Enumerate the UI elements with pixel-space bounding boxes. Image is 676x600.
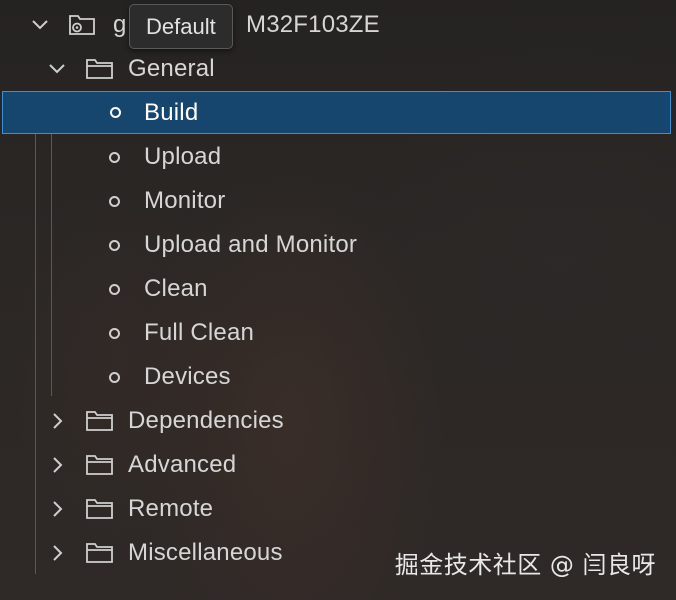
tree-item-project[interactable]: g M32F103ZE: [0, 3, 676, 47]
task-label: Upload and Monitor: [144, 231, 358, 258]
circle-icon: [109, 195, 120, 207]
circle-icon: [109, 239, 120, 251]
task-item-monitor[interactable]: Monitor: [0, 179, 676, 223]
tree-item-remote[interactable]: Remote: [0, 487, 676, 531]
folder-icon: [85, 541, 115, 565]
task-item-clean[interactable]: Clean: [0, 267, 676, 311]
folder-icon: [85, 409, 115, 433]
folder-label: General: [128, 55, 215, 82]
task-label: Devices: [144, 363, 231, 390]
circle-icon: [109, 283, 120, 295]
task-item-devices[interactable]: Devices: [0, 355, 676, 399]
circle-icon: [109, 371, 120, 383]
chevron-right-icon[interactable]: [45, 541, 69, 565]
tree-item-general[interactable]: General: [0, 47, 676, 91]
task-item-upload[interactable]: Upload: [0, 135, 676, 179]
folder-label: Advanced: [128, 451, 237, 478]
circle-icon: [110, 107, 121, 118]
project-label-suffix: M32F103ZE: [246, 11, 380, 38]
chevron-right-icon[interactable]: [45, 497, 69, 521]
task-label: Build: [144, 98, 199, 126]
task-label: Upload: [144, 143, 222, 170]
hover-tooltip: Default: [129, 4, 233, 49]
folder-label: Remote: [128, 495, 214, 522]
chevron-right-icon[interactable]: [45, 453, 69, 477]
folder-icon: [85, 57, 115, 81]
platformio-task-tree: g M32F103ZE General Build Upload Monitor…: [0, 0, 676, 600]
task-item-upload-and-monitor[interactable]: Upload and Monitor: [0, 223, 676, 267]
folder-label: Dependencies: [128, 407, 284, 434]
chevron-down-icon[interactable]: [28, 13, 52, 37]
task-label: Full Clean: [144, 319, 255, 346]
tree-item-dependencies[interactable]: Dependencies: [0, 399, 676, 443]
circle-icon: [109, 151, 120, 163]
project-icon: [68, 13, 98, 37]
circle-icon: [109, 327, 120, 339]
tree-item-advanced[interactable]: Advanced: [0, 443, 676, 487]
chevron-right-icon[interactable]: [45, 409, 69, 433]
task-item-build[interactable]: Build: [2, 91, 671, 134]
folder-icon: [85, 453, 115, 477]
project-label-prefix: g: [113, 11, 127, 38]
folder-icon: [85, 497, 115, 521]
task-item-full-clean[interactable]: Full Clean: [0, 311, 676, 355]
chevron-down-icon[interactable]: [45, 57, 69, 81]
task-label: Monitor: [144, 187, 226, 214]
folder-label: Miscellaneous: [128, 539, 283, 566]
watermark-text: 掘金技术社区 @ 闫良呀: [394, 551, 656, 579]
task-label: Clean: [144, 275, 208, 302]
